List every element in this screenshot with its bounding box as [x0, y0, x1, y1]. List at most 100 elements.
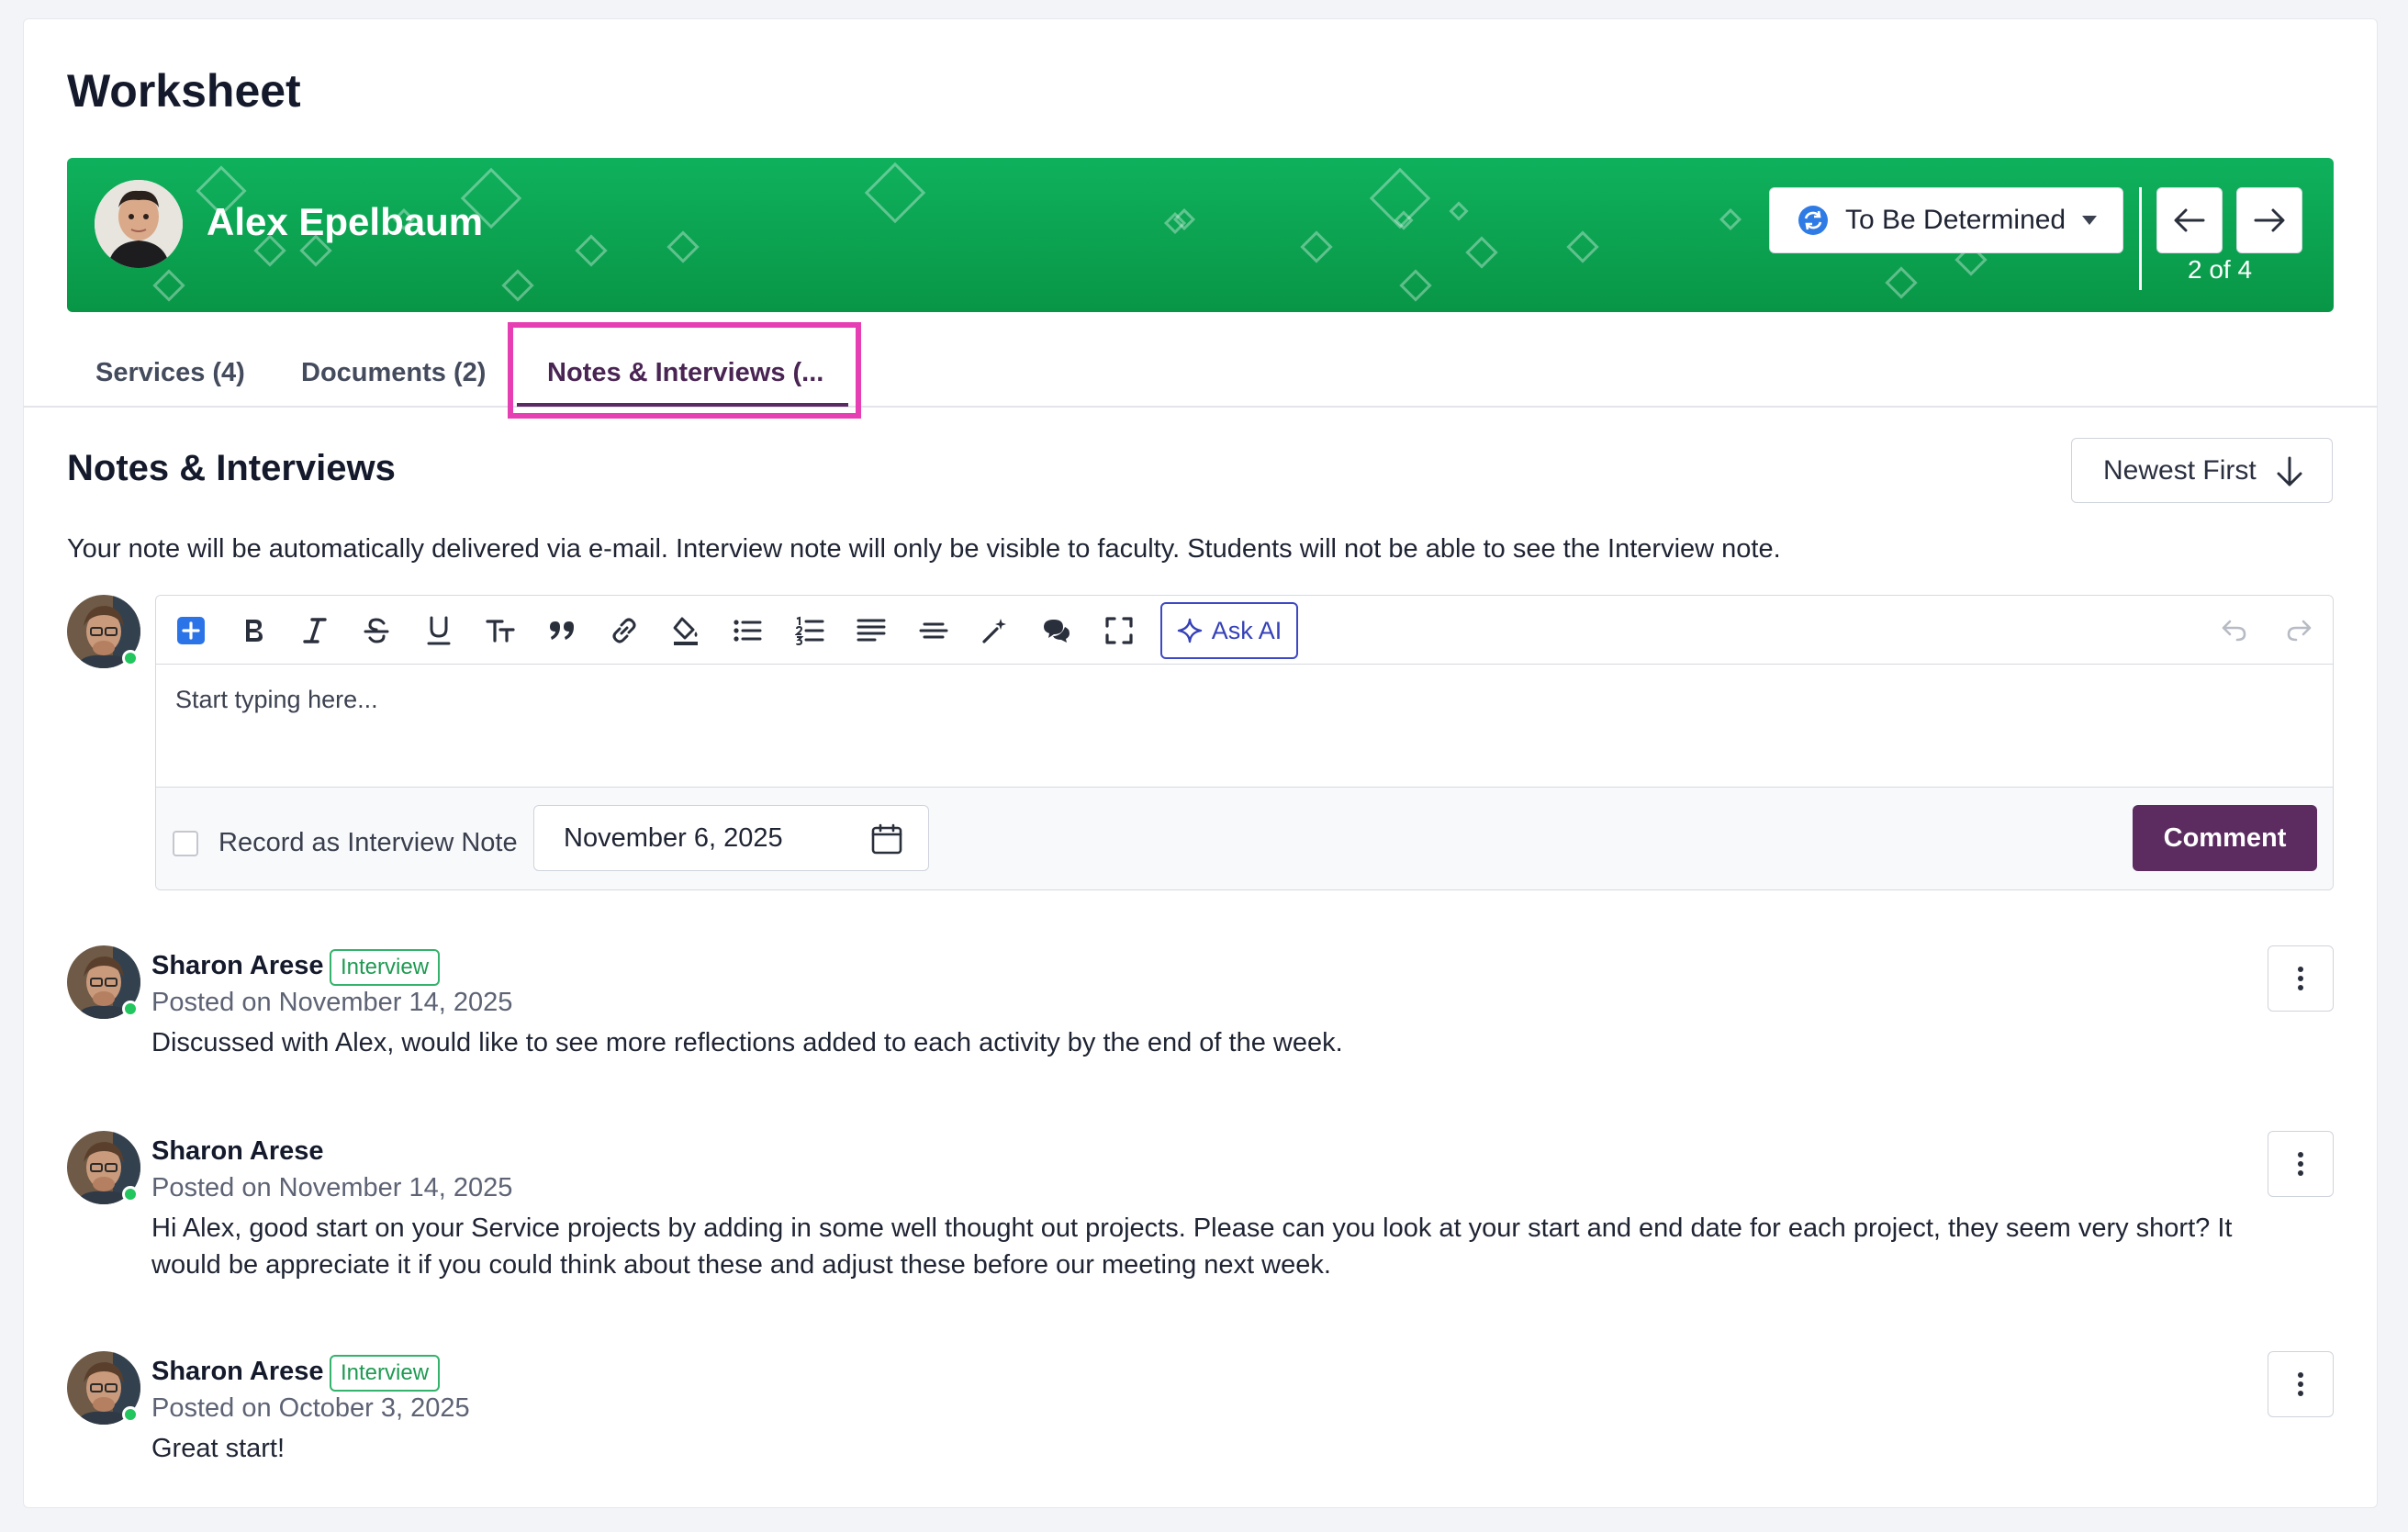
comment-item: Sharon Arese Posted on November 14, 2025… [67, 1131, 2334, 1280]
interview-note-label[interactable]: Record as Interview Note [218, 828, 518, 858]
comments-button[interactable] [1038, 612, 1075, 649]
horizontal-rule-button[interactable] [915, 612, 952, 649]
interview-note-checkbox[interactable] [173, 831, 198, 856]
online-status-dot [122, 1406, 139, 1423]
comment-date: Posted on November 14, 2025 [151, 1173, 513, 1202]
strikethrough-button[interactable] [358, 612, 395, 649]
fullscreen-icon [1105, 617, 1133, 644]
pager-label: 2 of 4 [2188, 255, 2253, 284]
previous-student-button[interactable] [2156, 187, 2223, 253]
arrow-left-icon [2174, 208, 2205, 232]
comment-author: Sharon Arese [151, 1357, 324, 1386]
page-title: Worksheet [67, 65, 301, 117]
undo-icon [2222, 620, 2246, 642]
text-size-icon [486, 620, 515, 643]
ask-ai-label: Ask AI [1211, 616, 1282, 644]
underline-button[interactable] [420, 612, 457, 649]
comment-body: Great start! [151, 1434, 286, 1463]
comment-menu-button[interactable] [2268, 945, 2334, 1012]
editor-placeholder: Start typing here... [175, 686, 378, 713]
comment-menu-button[interactable] [2268, 1351, 2334, 1417]
paint-bucket-icon [673, 617, 698, 645]
comment-date: Posted on November 14, 2025 [151, 988, 513, 1017]
text-size-button[interactable] [482, 612, 519, 649]
highlight-button[interactable] [667, 612, 704, 649]
italic-button[interactable] [297, 612, 333, 649]
sort-button[interactable]: Newest First [2071, 438, 2333, 503]
student-banner: Alex Epelbaum To Be Determined 2 of 4 [67, 158, 2334, 312]
ask-ai-button[interactable]: Ask AI [1160, 602, 1298, 659]
link-icon [612, 618, 636, 643]
student-avatar [95, 180, 183, 268]
notes-info-text: Your note will be automatically delivere… [67, 534, 1781, 564]
next-student-button[interactable] [2236, 187, 2302, 253]
redo-button[interactable] [2280, 612, 2317, 649]
commenter-avatar [67, 1351, 140, 1425]
strikethrough-icon [364, 618, 389, 643]
tab-documents[interactable]: Documents (2) [301, 358, 486, 388]
note-editor: Ask AI Start typing here... Record as In… [155, 595, 2334, 890]
special-format-button[interactable] [977, 612, 1014, 649]
bold-button[interactable] [235, 612, 272, 649]
tabs-divider [23, 406, 2378, 408]
comment-author: Sharon Arese [151, 1136, 324, 1166]
underline-icon [427, 616, 451, 645]
comment-item: Sharon Arese Interview Posted on October… [67, 1351, 2334, 1463]
tab-highlight-box [508, 322, 861, 419]
numbered-list-icon [795, 616, 824, 645]
note-date-value: November 6, 2025 [564, 822, 783, 853]
quote-icon [550, 621, 574, 640]
editor-toolbar: Ask AI [156, 596, 2333, 665]
fullscreen-button[interactable] [1101, 612, 1137, 649]
caret-down-icon [2082, 216, 2097, 225]
undo-button[interactable] [2216, 612, 2253, 649]
editor-footer: Record as Interview Note November 6, 202… [156, 787, 2333, 889]
comment-item: Sharon Arese Interview Posted on Novembe… [67, 945, 2334, 1057]
horizontal-rule-icon [919, 622, 948, 639]
note-text-area[interactable]: Start typing here... [156, 665, 2333, 785]
note-date-input[interactable]: November 6, 2025 [533, 805, 929, 871]
comment-body: Discussed with Alex, would like to see m… [151, 1028, 1343, 1057]
comment-author: Sharon Arese [151, 951, 324, 980]
blockquote-button[interactable] [543, 612, 580, 649]
student-name: Alex Epelbaum [207, 200, 484, 243]
sort-label: Newest First [2103, 454, 2257, 486]
online-status-dot [122, 1001, 139, 1017]
numbered-list-button[interactable] [791, 612, 828, 649]
banner-divider [2139, 187, 2142, 290]
interview-badge: Interview [330, 949, 441, 986]
interview-badge: Interview [330, 1355, 441, 1392]
align-button[interactable] [853, 612, 890, 649]
comment-body: Hi Alex, good start on your Service proj… [151, 1213, 2233, 1280]
magic-icon [982, 619, 1006, 643]
plus-square-icon [177, 617, 205, 644]
arrow-right-icon [2254, 208, 2285, 232]
more-vertical-icon [2298, 1372, 2303, 1396]
status-select[interactable]: To Be Determined [1769, 187, 2123, 253]
bullet-list-button[interactable] [729, 612, 766, 649]
italic-icon [303, 618, 327, 643]
status-label: To Be Determined [1845, 205, 2066, 235]
online-status-dot [122, 650, 139, 666]
align-left-icon [857, 619, 886, 642]
redo-icon [2287, 620, 2312, 642]
more-vertical-icon [2298, 1152, 2303, 1176]
bullet-list-icon [734, 620, 762, 642]
sparkle-icon [1177, 618, 1202, 643]
comment-date: Posted on October 3, 2025 [151, 1393, 470, 1423]
bold-icon [246, 620, 263, 642]
more-vertical-icon [2298, 967, 2303, 990]
tab-services[interactable]: Services (4) [95, 358, 245, 388]
calendar-icon [871, 823, 902, 855]
section-title: Notes & Interviews [67, 448, 396, 488]
commenter-avatar [67, 945, 140, 1019]
comment-menu-button[interactable] [2268, 1131, 2334, 1197]
arrow-down-icon [2277, 456, 2302, 486]
refresh-icon [1798, 206, 1828, 235]
online-status-dot [122, 1186, 139, 1202]
comment-button[interactable]: Comment [2133, 805, 2317, 871]
chat-bubbles-icon [1044, 620, 1070, 643]
commenter-avatar [67, 1131, 140, 1204]
insert-block-button[interactable] [173, 612, 209, 649]
link-button[interactable] [606, 612, 643, 649]
